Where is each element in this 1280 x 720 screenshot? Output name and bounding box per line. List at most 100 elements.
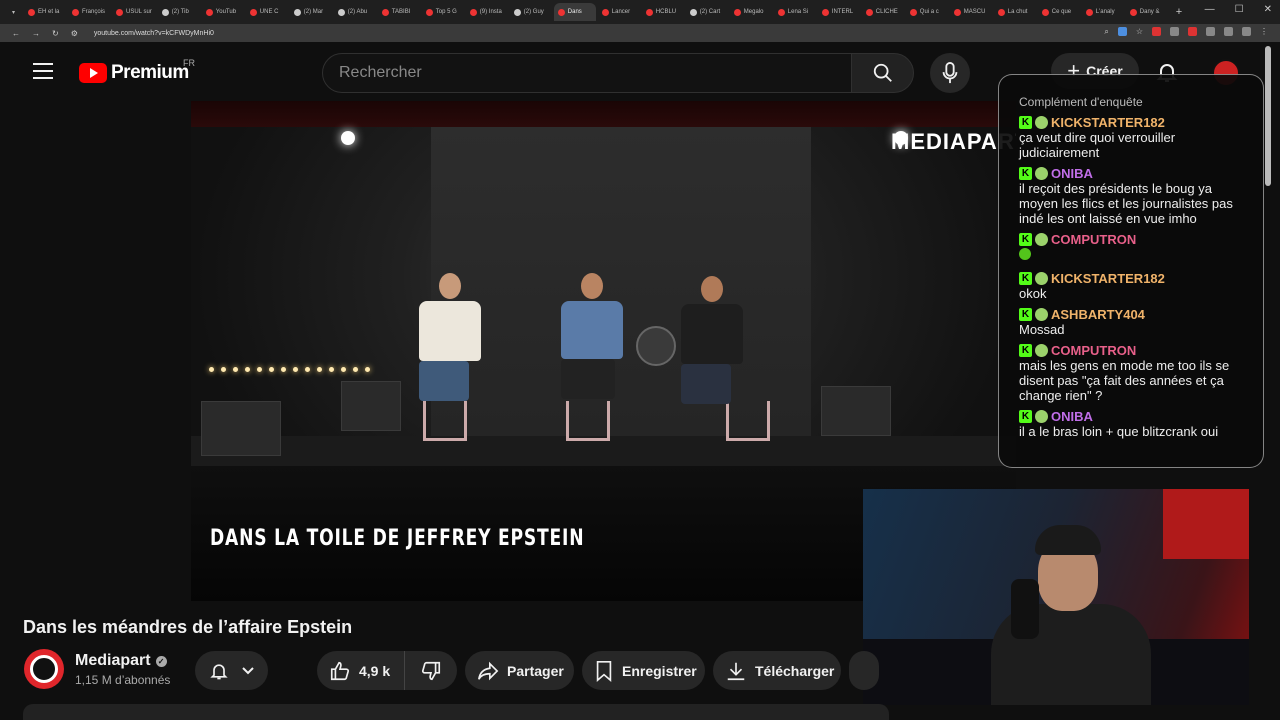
description-panel[interactable] [23, 704, 889, 720]
page-scrollbar[interactable] [1265, 46, 1271, 186]
bell-icon [209, 663, 228, 679]
save-label: Enregistrer [622, 662, 697, 679]
browser-tab[interactable]: USUL sur [112, 3, 156, 21]
browser-tab[interactable]: François [68, 3, 110, 21]
like-button[interactable]: 4,9 k [317, 651, 405, 690]
chat-username[interactable]: ONIBA [1051, 166, 1093, 181]
chat-user-row: K KICKSTARTER182 [1019, 271, 1251, 286]
subscriber-count: 1,15 M d’abonnés [75, 673, 171, 687]
stage-speaker [341, 381, 401, 431]
tab-label: (2) Tib [171, 9, 189, 15]
tab-label: Ce que [1051, 9, 1072, 15]
tab-label: Top 5 G [435, 9, 457, 15]
like-count: 4,9 k [359, 662, 391, 679]
save-button[interactable]: Enregistrer [582, 651, 705, 690]
youtube-logo[interactable]: Premium FR [79, 58, 195, 84]
chat-username[interactable]: COMPUTRON [1051, 343, 1136, 358]
tab-favicon-icon [425, 8, 433, 16]
chat-username[interactable]: KICKSTARTER182 [1051, 271, 1165, 286]
share-button[interactable]: Partager [465, 651, 574, 690]
stage-truss [191, 101, 1016, 127]
browser-tab[interactable]: Ce que [1038, 3, 1080, 21]
voice-search-button[interactable] [930, 53, 970, 93]
chat-text: il reçoit des présidents le boug ya moye… [1019, 181, 1233, 226]
browser-tab[interactable]: Lancer [598, 3, 640, 21]
stage-lamp [341, 131, 355, 145]
stage-lights [209, 367, 370, 372]
chat-username[interactable]: ONIBA [1051, 409, 1093, 424]
kick-badge-icon: K [1019, 116, 1032, 129]
extension-icon[interactable] [1170, 27, 1179, 36]
chat-username[interactable]: COMPUTRON [1051, 232, 1136, 247]
chair [726, 401, 770, 441]
channel-name[interactable]: Mediapart [75, 652, 151, 670]
browser-tab[interactable]: Megalo [730, 3, 772, 21]
browser-tab[interactable]: (2) Tib [158, 3, 200, 21]
browser-tab[interactable]: INTERL [818, 3, 860, 21]
download-icon [727, 662, 745, 680]
channel-avatar[interactable] [24, 649, 64, 689]
translate-icon[interactable] [1117, 27, 1127, 36]
browser-tab[interactable]: (2) Abu [334, 3, 376, 21]
url-field[interactable]: youtube.com/watch?v=kCFWDyMnHi0 [94, 30, 214, 37]
menu-kebab-icon[interactable]: ⋮ [1260, 27, 1268, 37]
kick-badge-icon: K [1019, 308, 1032, 321]
thumbs-up-icon [330, 661, 350, 680]
logo-text: Premium [111, 62, 189, 83]
search-input[interactable] [323, 54, 851, 92]
browser-tab[interactable]: TABIBI [378, 3, 420, 21]
menu-hamburger-icon[interactable] [33, 63, 53, 79]
kick-badge-icon: K [1019, 410, 1032, 423]
new-tab-button[interactable]: + [1176, 6, 1182, 18]
browser-tab[interactable]: Top 5 G [422, 3, 464, 21]
browser-tab[interactable]: (2) Mar [290, 3, 332, 21]
browser-tab[interactable]: EH et la [24, 3, 66, 21]
extensions-puzzle-icon[interactable] [1224, 27, 1233, 36]
zoom-icon[interactable]: ⌕ [1104, 27, 1108, 37]
browser-tab[interactable]: HCBLU [642, 3, 684, 21]
profile-icon[interactable] [1242, 27, 1251, 36]
video-caption: DANS LA TOILE DE JEFFREY EPSTEIN [210, 526, 585, 551]
browser-tab[interactable]: YouTub [202, 3, 244, 21]
extension-icon[interactable] [1206, 27, 1215, 36]
subscriber-badge-icon [1035, 308, 1048, 321]
browser-tab[interactable]: L'analy [1082, 3, 1124, 21]
forward-icon[interactable]: → [32, 29, 40, 38]
back-icon[interactable]: ← [12, 29, 20, 38]
browser-tab[interactable]: Dany & [1126, 3, 1168, 21]
browser-tab[interactable]: (2) Guy [510, 3, 552, 21]
browser-tab[interactable]: (9) Insta [466, 3, 508, 21]
close-window-icon[interactable]: ✕ [1264, 4, 1272, 15]
site-info-icon[interactable]: ⚙ [71, 29, 78, 38]
browser-tab[interactable]: MASCU [950, 3, 992, 21]
browser-tab[interactable]: La chut [994, 3, 1036, 21]
more-actions-button[interactable] [849, 651, 879, 690]
browser-tabs: EH et la François USUL sur (2) Tib YouTub UNE… [24, 3, 1168, 21]
browser-tab[interactable]: Qui a c [906, 3, 948, 21]
bookmark-star-icon[interactable]: ☆ [1136, 27, 1143, 37]
subscription-bell-button[interactable] [195, 651, 268, 690]
reload-icon[interactable]: ↻ [52, 29, 59, 38]
tab-favicon-icon [72, 8, 79, 16]
chat-username[interactable]: KICKSTARTER182 [1051, 115, 1165, 130]
extension-icon[interactable] [1152, 27, 1161, 36]
subscriber-badge-icon [1035, 344, 1048, 357]
tab-label: Lancer [611, 9, 631, 15]
browser-tab[interactable]: CLICHE [862, 3, 904, 21]
tab-label: Dany & [1139, 9, 1160, 15]
browser-tab[interactable]: Lena Si [774, 3, 816, 21]
browser-tab[interactable]: Dans [553, 3, 596, 21]
chat-username[interactable]: ASHBARTY404 [1051, 307, 1145, 322]
tab-label: INTERL [831, 9, 854, 15]
channel-name-row[interactable]: Mediapart ✓ [75, 652, 167, 670]
stage-speaker [201, 401, 281, 456]
search-button[interactable] [851, 53, 914, 93]
browser-tab[interactable]: UNE C [246, 3, 288, 21]
minimize-icon[interactable]: — [1205, 4, 1215, 15]
maximize-icon[interactable]: ☐ [1235, 4, 1244, 15]
browser-tab[interactable]: (2) Cart [686, 3, 728, 21]
tab-list-button[interactable]: ▾ [8, 3, 22, 21]
download-button[interactable]: Télécharger [713, 651, 841, 690]
extension-icon[interactable] [1188, 27, 1197, 36]
dislike-button[interactable] [405, 651, 457, 690]
